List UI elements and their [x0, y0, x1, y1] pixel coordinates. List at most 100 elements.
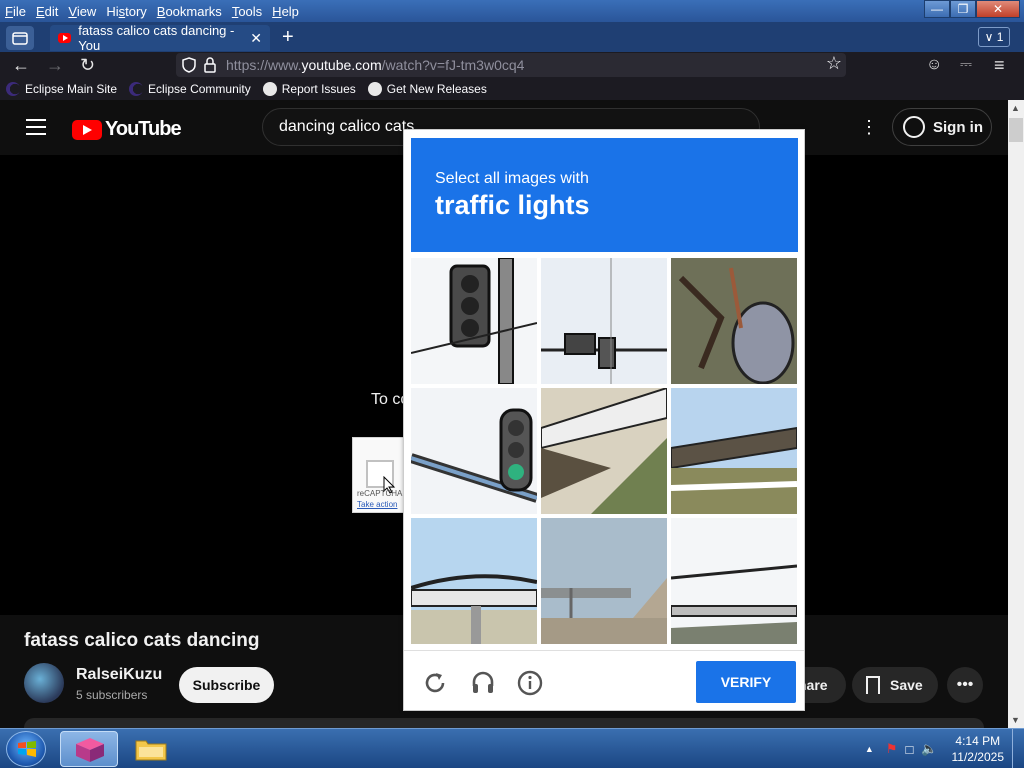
taskbar-app-explorer[interactable] [122, 731, 180, 767]
list-all-tabs-button[interactable]: ∨ 1 [978, 27, 1010, 47]
scroll-up-icon[interactable]: ▲ [1011, 103, 1020, 113]
browser-app-icon [76, 738, 104, 762]
recaptcha-label: reCAPTCHA [357, 489, 403, 498]
shield-icon [182, 57, 196, 73]
reload-challenge-icon[interactable] [422, 670, 448, 696]
eclipse-icon [6, 82, 20, 96]
captcha-instruction: Select all images with [435, 170, 589, 187]
tab-active[interactable]: fatass calico cats dancing - You ✕ [50, 23, 270, 53]
sign-in-button[interactable]: Sign in [892, 108, 992, 146]
scroll-down-icon[interactable]: ▼ [1011, 715, 1020, 725]
tab-title: fatass calico cats dancing - You [78, 23, 235, 53]
bookmark-eclipse-community[interactable]: Eclipse Community [129, 82, 251, 96]
menu-bookmarks[interactable]: Bookmarks [152, 4, 227, 19]
lock-icon [204, 57, 216, 73]
tab-bar: fatass calico cats dancing - You ✕ + ∨ 1 [0, 22, 1024, 53]
youtube-play-icon [72, 119, 102, 140]
captcha-tile-5[interactable] [541, 388, 667, 514]
save-button[interactable]: Save [852, 667, 938, 703]
github-icon [367, 82, 382, 96]
captcha-challenge-dialog: Select all images with traffic lights VE… [403, 129, 805, 711]
captcha-tile-1[interactable] [411, 258, 537, 384]
bookmark-label: Report Issues [281, 82, 356, 96]
folder-icon [12, 32, 28, 45]
bookmark-report-issues[interactable]: Report Issues [262, 82, 356, 96]
action-center-icon[interactable]: □ [905, 742, 913, 757]
audio-challenge-icon[interactable] [470, 670, 496, 696]
maximize-button[interactable]: ❐ [950, 0, 976, 18]
bookmark-icon [866, 676, 880, 694]
firefox-view-button[interactable] [6, 26, 34, 50]
windows-taskbar: ▲ ⚑ □ 🔈 4:14 PM 11/2/2025 [0, 728, 1024, 768]
url-path: /watch?v=fJ-tm3w0cq4 [381, 57, 525, 73]
captcha-tile-8[interactable] [541, 518, 667, 644]
url-bar[interactable]: https://www. youtube.com/watch?v=fJ-tm3w0… [176, 53, 846, 77]
reload-icon[interactable]: ↻ [80, 54, 95, 76]
captcha-tile-3[interactable] [671, 258, 797, 384]
bookmark-label: Get New Releases [386, 82, 487, 96]
network-warning-icon[interactable]: ⚑ [886, 741, 898, 757]
minimize-button[interactable]: — [924, 0, 950, 18]
app-menu-icon[interactable]: ≡ [994, 54, 1005, 76]
show-desktop-button[interactable] [1012, 729, 1024, 768]
menu-tools[interactable]: Tools [227, 4, 267, 19]
captcha-tile-4[interactable] [411, 388, 537, 514]
settings-kebab-icon[interactable]: ⋮ [860, 117, 878, 137]
bookmark-eclipse-main[interactable]: Eclipse Main Site [6, 82, 117, 96]
bookmark-star-icon[interactable]: ☆ [826, 53, 842, 74]
channel-subscribers: 5 subscribers [76, 688, 148, 702]
more-actions-button[interactable]: ••• [947, 667, 983, 703]
extensions-icon[interactable]: ⎓ [960, 54, 972, 76]
menu-file[interactable]: File [0, 4, 31, 19]
window-close-button[interactable]: ✕ [976, 0, 1020, 18]
bookmarks-toolbar: Eclipse Main Site Eclipse Community Repo… [0, 78, 1024, 100]
new-tab-button[interactable]: + [282, 27, 294, 47]
youtube-logo-text: YouTube [105, 118, 182, 140]
bookmark-label: Eclipse Community [148, 82, 251, 96]
captcha-tile-9[interactable] [671, 518, 797, 644]
channel-name[interactable]: RalseiKuzu [76, 666, 162, 684]
clock-date: 11/2/2025 [951, 750, 1005, 764]
channel-avatar[interactable] [24, 663, 64, 703]
windows-logo-icon [18, 741, 36, 757]
subscribe-button[interactable]: Subscribe [179, 667, 274, 703]
window-controls: — ❐ ✕ [924, 0, 1020, 18]
captcha-tile-7[interactable] [411, 518, 537, 644]
hamburger-menu-icon[interactable] [26, 119, 46, 135]
back-arrow-icon[interactable]: ← [12, 54, 30, 76]
info-icon[interactable] [517, 670, 543, 696]
save-label: Save [890, 677, 923, 693]
page-scrollbar[interactable]: ▲ ▼ [1008, 100, 1024, 728]
captcha-tile-6[interactable] [671, 388, 797, 514]
bookmark-label: Eclipse Main Site [25, 82, 118, 96]
clock-time: 4:14 PM [955, 734, 1001, 748]
captcha-target: traffic lights [435, 190, 590, 220]
recaptcha-action-link[interactable]: Take action [357, 500, 397, 509]
search-value: dancing calico cats [279, 118, 415, 135]
clock[interactable]: 4:14 PM 11/2/2025 [952, 733, 1005, 765]
url-prefix: https://www. [226, 57, 302, 73]
bookmark-new-releases[interactable]: Get New Releases [367, 82, 487, 96]
recaptcha-widget[interactable]: reCAPTCHA Take action [352, 437, 408, 513]
tab-close-icon[interactable]: ✕ [250, 30, 262, 47]
show-hidden-icons-arrow-icon[interactable]: ▲ [865, 744, 874, 754]
taskbar-app-browser[interactable] [60, 731, 118, 767]
captcha-tile-2[interactable] [541, 258, 667, 384]
verify-button[interactable]: VERIFY [696, 661, 796, 703]
forward-arrow-icon[interactable]: → [46, 54, 64, 76]
url-host: youtube.com [301, 57, 382, 73]
account-icon[interactable]: ☺ [926, 54, 942, 76]
start-button[interactable] [6, 731, 46, 767]
scrollbar-thumb[interactable] [1009, 118, 1023, 142]
menu-help[interactable]: Help [267, 4, 304, 19]
sign-in-label: Sign in [933, 118, 983, 136]
menu-view[interactable]: View [63, 4, 101, 19]
volume-muted-icon[interactable]: 🔈 [921, 741, 937, 757]
youtube-logo[interactable]: YouTube [72, 118, 182, 141]
captcha-header: Select all images with traffic lights [411, 138, 798, 252]
navigation-bar: ← → ↻ https://www. youtube.com/watch?v=fJ… [0, 52, 1024, 78]
video-title: fatass calico cats dancing [24, 630, 260, 651]
menu-history[interactable]: History [101, 4, 151, 19]
menu-edit[interactable]: Edit [31, 4, 63, 19]
eclipse-icon [129, 82, 144, 96]
